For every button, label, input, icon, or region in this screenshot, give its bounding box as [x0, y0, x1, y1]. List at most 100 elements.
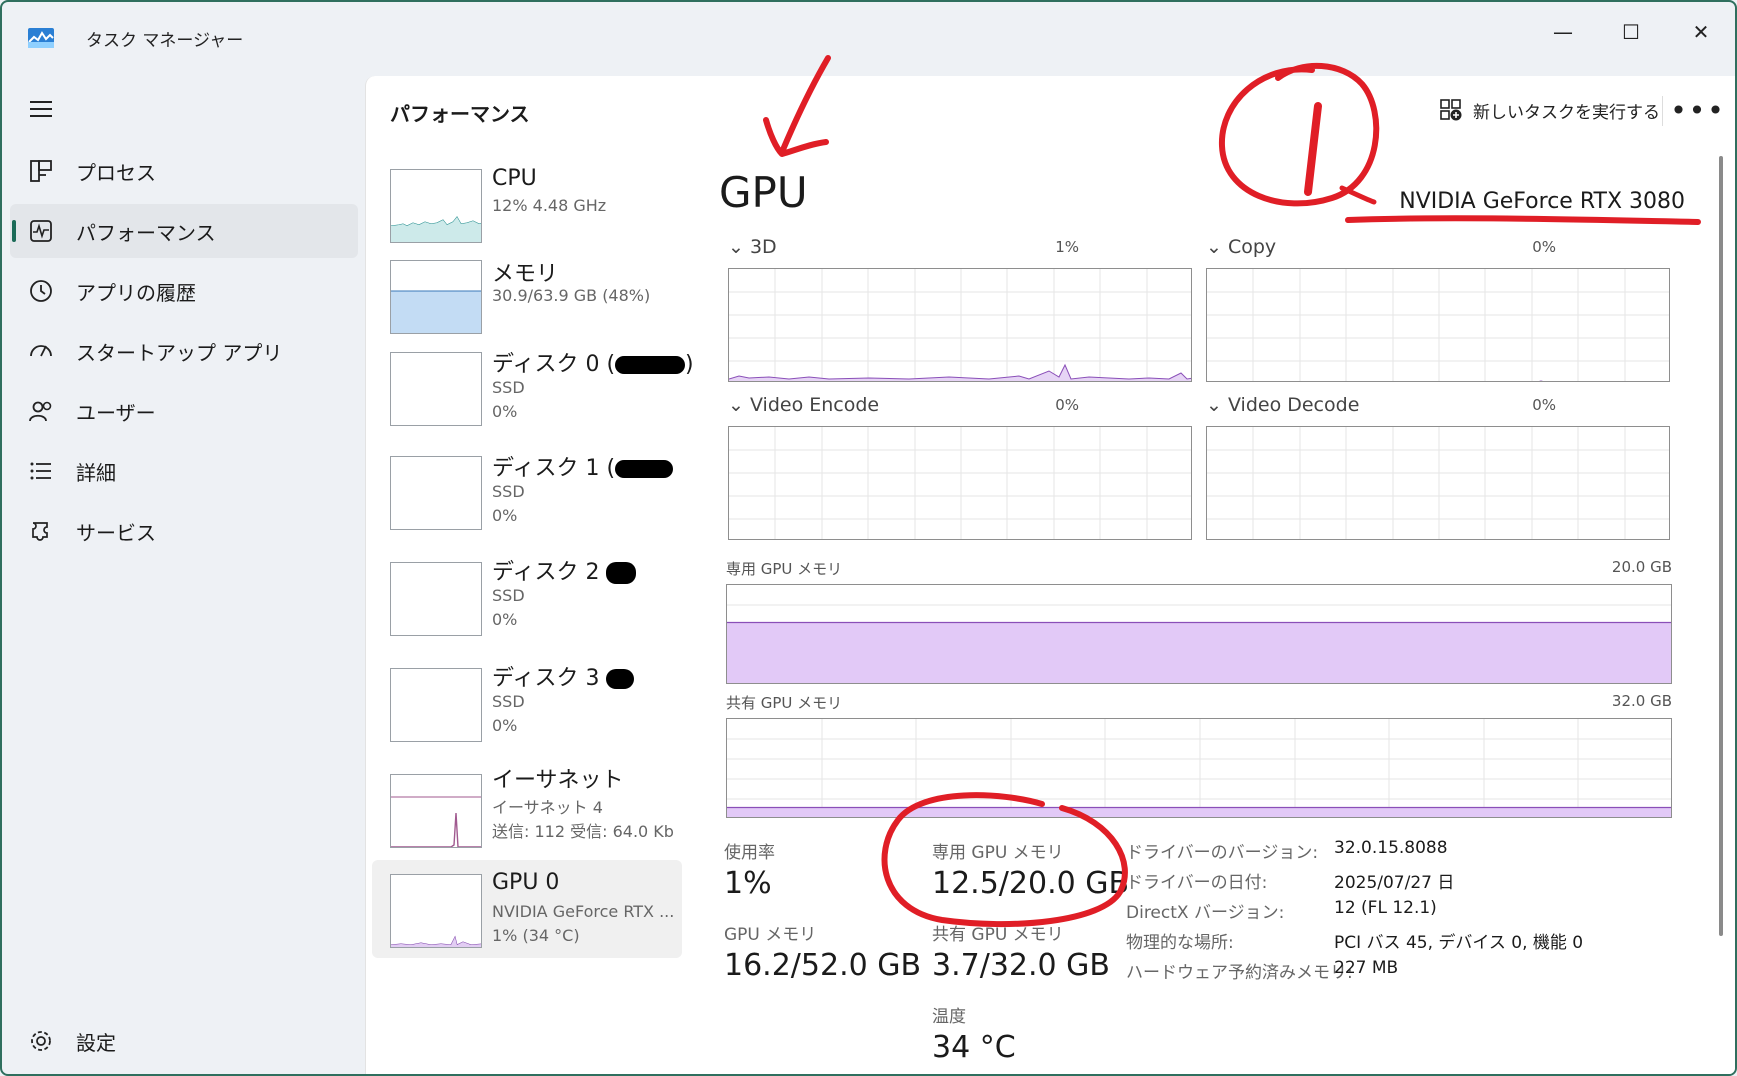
device-name: ディスク 1 (	[492, 450, 674, 482]
engine-copy-graph	[1206, 268, 1670, 382]
device-disk-1[interactable]: ディスク 1 ( SSD 0%	[372, 446, 682, 544]
more-options-button[interactable]: •••	[1670, 88, 1724, 132]
driver-version-label: ドライバーのバージョン:	[1126, 843, 1319, 863]
gear-icon	[31, 1031, 51, 1051]
dedicated-memory-graph	[726, 584, 1672, 684]
disk-2-thumbnail-graph	[390, 562, 482, 636]
gpu-model-name: NVIDIA GeForce RTX 3080	[1399, 189, 1685, 214]
device-name: GPU 0	[492, 870, 560, 895]
engine-copy-percent: 0%	[1532, 238, 1556, 256]
dedicated-memory-usage-graph	[727, 604, 1671, 683]
services-icon	[32, 522, 48, 541]
new-task-icon	[1440, 99, 1462, 121]
dedicated-memory-fill	[727, 622, 1671, 683]
device-name: CPU	[492, 166, 537, 191]
dedicated-memory-max: 20.0 GB	[1611, 558, 1672, 576]
shared-memory-usage-graph	[727, 719, 1671, 817]
startup-icon	[30, 345, 52, 357]
device-name: メモリ	[492, 262, 559, 287]
redaction-scribble	[615, 356, 686, 374]
gpu-memory-value: 16.2/52.0 GB	[724, 948, 922, 983]
device-adapter: イーサネット 4	[492, 798, 603, 817]
maximize-button[interactable]: ☐	[1606, 12, 1656, 52]
device-cpu[interactable]: CPU 12% 4.48 GHz	[372, 162, 682, 260]
cpu-thumbnail-graph	[390, 169, 482, 243]
run-new-task-button[interactable]: 新しいタスクを実行する	[1439, 90, 1660, 130]
task-manager-window: タスク マネージャー — ☐ ✕ プロセス パフォーマンス アプリの履歴 スター…	[0, 0, 1737, 1076]
history-icon	[30, 280, 52, 302]
nav-label: 詳細	[76, 460, 116, 485]
hamburger-menu-icon[interactable]	[28, 96, 54, 122]
vertical-scrollbar[interactable]	[1719, 156, 1723, 936]
engine-video-decode-graph	[1206, 426, 1670, 540]
nav-item-details[interactable]: 詳細	[10, 444, 358, 498]
device-name: ディスク 3	[492, 660, 635, 692]
device-disk-3[interactable]: ディスク 3 SSD 0%	[372, 656, 682, 754]
nav-label: アプリの履歴	[76, 280, 196, 305]
nav-label: 設定	[76, 1030, 116, 1055]
active-indicator	[12, 220, 16, 242]
device-usage: 0%	[492, 402, 518, 421]
disk-3-thumbnail-graph	[390, 668, 482, 742]
shared-memory-max: 32.0 GB	[1611, 692, 1672, 710]
close-button[interactable]: ✕	[1676, 12, 1726, 52]
shared-memory-graph	[726, 718, 1672, 818]
gpu-copy-usage-graph	[1207, 269, 1669, 381]
disk-1-thumbnail-graph	[390, 456, 482, 530]
dedicated-memory-graph-label: 専用 GPU メモリ	[726, 560, 843, 578]
shared-memory-stat-value: 3.7/32.0 GB	[932, 948, 1110, 983]
engine-video-decode-percent: 0%	[1532, 396, 1556, 414]
reserved-memory-value: 227 MB	[1334, 958, 1399, 978]
engine-video-encode-dropdown[interactable]: ⌄ Video Encode	[728, 394, 879, 416]
nav-label: ユーザー	[76, 400, 156, 425]
shared-memory-stat-label: 共有 GPU メモリ	[932, 925, 1064, 945]
nav-item-processes[interactable]: プロセス	[10, 144, 358, 198]
device-type: SSD	[492, 692, 525, 711]
performance-icon	[30, 220, 52, 242]
directx-version-value: 12 (FL 12.1)	[1334, 898, 1437, 918]
engine-3d-percent: 1%	[1055, 238, 1079, 256]
device-detail: 12% 4.48 GHz	[492, 196, 607, 215]
device-ethernet[interactable]: イーサネット イーサネット 4 送信: 112 受信: 64.0 Kb	[372, 756, 682, 854]
nav-item-app-history[interactable]: アプリの履歴	[10, 264, 358, 318]
device-name: ディスク 0 ()	[492, 352, 694, 377]
redaction-scribble	[606, 669, 635, 689]
engine-copy-dropdown[interactable]: ⌄ Copy	[1206, 236, 1276, 258]
temperature-value: 34 °C	[932, 1030, 1016, 1065]
nav-item-performance[interactable]: パフォーマンス	[10, 204, 358, 258]
nav-item-settings[interactable]: 設定	[10, 1014, 358, 1068]
device-memory[interactable]: メモリ 30.9/63.9 GB (48%)	[372, 252, 682, 350]
engine-video-decode-dropdown[interactable]: ⌄ Video Decode	[1206, 394, 1359, 416]
temperature-label: 温度	[932, 1007, 966, 1027]
device-type: SSD	[492, 378, 525, 397]
nav-item-users[interactable]: ユーザー	[10, 384, 358, 438]
page-title: パフォーマンス	[390, 102, 530, 126]
engine-3d-dropdown[interactable]: ⌄ 3D	[728, 236, 777, 258]
engine-video-encode-percent: 0%	[1055, 396, 1079, 414]
nav-label: パフォーマンス	[76, 220, 216, 245]
performance-panel: パフォーマンス 新しいタスクを実行する ••• CPU 12% 4.48 GHz…	[365, 76, 1735, 1074]
device-model: NVIDIA GeForce RTX ...	[492, 902, 675, 921]
driver-version-value: 32.0.15.8088	[1334, 838, 1448, 858]
redaction-scribble	[606, 562, 637, 584]
directx-version-label: DirectX バージョン:	[1126, 903, 1285, 923]
nav-item-services[interactable]: サービス	[10, 504, 358, 558]
chevron-down-icon: ⌄	[728, 236, 744, 258]
device-disk-0[interactable]: ディスク 0 () SSD 0%	[372, 342, 694, 440]
gpu-video-encode-usage-graph	[729, 427, 1191, 539]
gpu-memory-label: GPU メモリ	[724, 925, 817, 945]
device-gpu-0[interactable]: GPU 0 NVIDIA GeForce RTX ... 1% (34 °C)	[372, 860, 682, 958]
redaction-scribble	[615, 460, 674, 478]
device-type: SSD	[492, 482, 525, 501]
device-usage-temp: 1% (34 °C)	[492, 926, 580, 945]
dedicated-memory-stat-label: 専用 GPU メモリ	[932, 843, 1064, 863]
engine-video-encode-graph	[728, 426, 1192, 540]
engine-3d-graph	[728, 268, 1192, 382]
device-disk-2[interactable]: ディスク 2 SSD 0%	[372, 550, 682, 648]
physical-location-label: 物理的な場所:	[1126, 933, 1234, 953]
task-manager-app-icon	[28, 28, 54, 48]
users-icon	[29, 401, 52, 422]
reserved-memory-label: ハードウェア予約済みメモリ:	[1126, 963, 1353, 983]
minimize-button[interactable]: —	[1538, 12, 1588, 52]
nav-item-startup-apps[interactable]: スタートアップ アプリ	[10, 324, 358, 378]
